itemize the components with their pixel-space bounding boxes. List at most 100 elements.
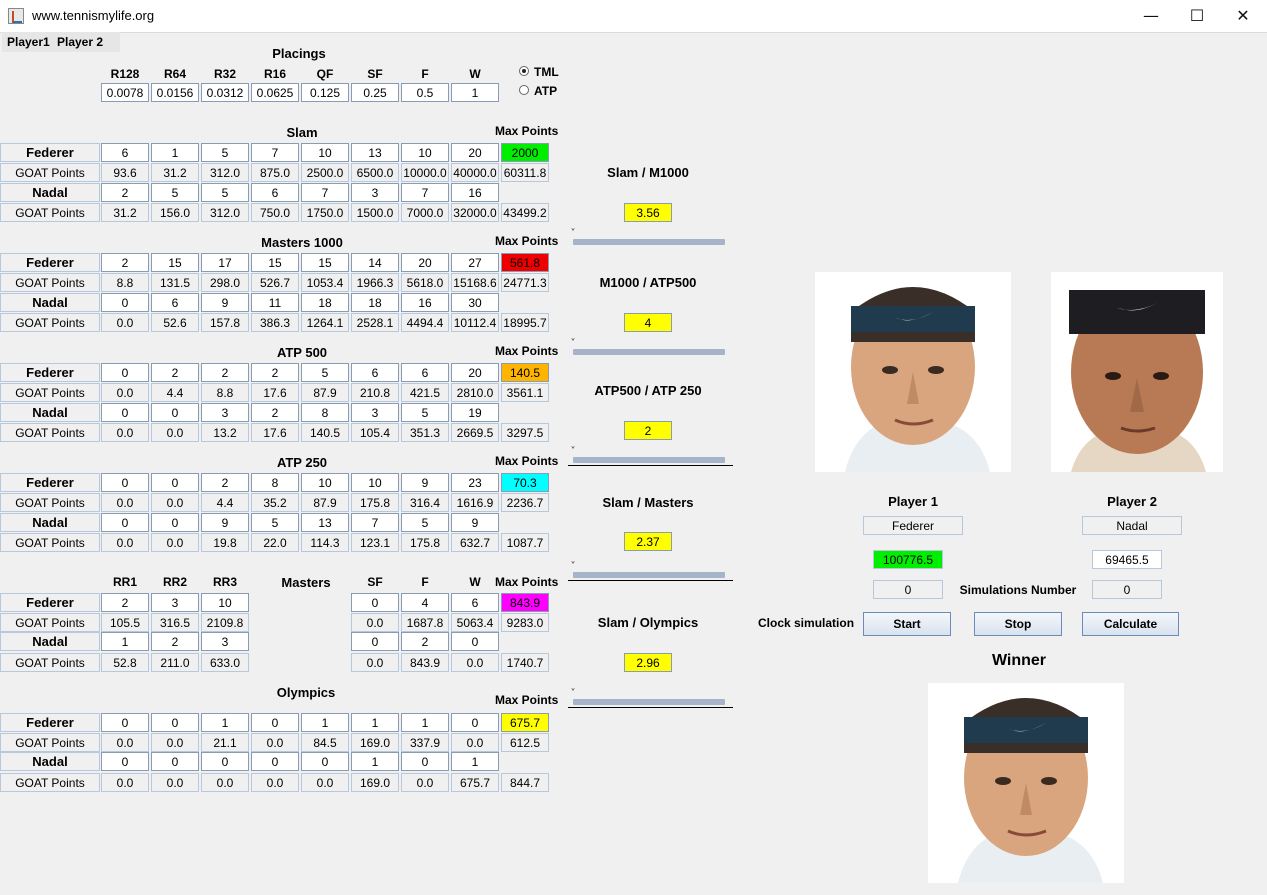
- slam-p2-counts-cell[interactable]: 7: [401, 183, 449, 202]
- player1-name-field[interactable]: Federer: [863, 516, 963, 535]
- ratio-value[interactable]: 3.56: [624, 203, 672, 222]
- masters-p1-rr-cell[interactable]: 3: [151, 593, 199, 612]
- olympics-p1-counts-cell[interactable]: 1: [401, 713, 449, 732]
- masters-p1-ko-cell[interactable]: 0: [351, 593, 399, 612]
- start-button[interactable]: Start: [863, 612, 951, 636]
- olympics-p2-counts-cell[interactable]: 0: [401, 752, 449, 771]
- olympics-p1-counts-cell[interactable]: 1: [351, 713, 399, 732]
- atp-500-max-points-value[interactable]: 140.5: [501, 363, 549, 382]
- slam-p2-counts-cell[interactable]: 6: [251, 183, 299, 202]
- masters-p2-ko-cell[interactable]: 2: [401, 632, 449, 651]
- atp-250-p2-counts-cell[interactable]: 13: [301, 513, 349, 532]
- olympics-p1-counts-cell[interactable]: 0: [151, 713, 199, 732]
- masters-1000-p2-counts-cell[interactable]: 18: [351, 293, 399, 312]
- slam-p1-counts-cell[interactable]: 20: [451, 143, 499, 162]
- slam-p2-counts-cell[interactable]: 5: [201, 183, 249, 202]
- slider-thumb-icon[interactable]: ˅: [568, 689, 578, 699]
- atp-500-p1-counts-cell[interactable]: 2: [151, 363, 199, 382]
- placing-input-r16[interactable]: 0.0625: [251, 83, 299, 102]
- ratio-slider[interactable]: [573, 239, 725, 245]
- olympics-p2-counts-cell[interactable]: 1: [451, 752, 499, 771]
- masters-1000-p1-counts-cell[interactable]: 15: [301, 253, 349, 272]
- masters-1000-p2-counts-cell[interactable]: 6: [151, 293, 199, 312]
- olympics-p1-counts-cell[interactable]: 0: [101, 713, 149, 732]
- atp-250-p1-counts-cell[interactable]: 10: [301, 473, 349, 492]
- atp-250-p2-counts-cell[interactable]: 5: [401, 513, 449, 532]
- slam-p2-counts-cell[interactable]: 3: [351, 183, 399, 202]
- olympics-p2-counts-cell[interactable]: 0: [151, 752, 199, 771]
- atp-250-p1-counts-cell[interactable]: 8: [251, 473, 299, 492]
- slam-p2-counts-cell[interactable]: 2: [101, 183, 149, 202]
- atp-250-p2-counts-cell[interactable]: 0: [101, 513, 149, 532]
- atp-500-p2-counts-cell[interactable]: 5: [401, 403, 449, 422]
- slam-p1-counts-cell[interactable]: 13: [351, 143, 399, 162]
- atp-500-p1-counts-cell[interactable]: 2: [251, 363, 299, 382]
- slider-thumb-icon[interactable]: ˅: [568, 339, 578, 349]
- slam-p1-counts-cell[interactable]: 1: [151, 143, 199, 162]
- menu-player1[interactable]: Player1: [7, 35, 50, 49]
- masters-p2-rr-cell[interactable]: 1: [101, 632, 149, 651]
- atp-250-p2-counts-cell[interactable]: 7: [351, 513, 399, 532]
- olympics-p2-counts-cell[interactable]: 0: [251, 752, 299, 771]
- maximize-icon[interactable]: ☐: [1174, 0, 1220, 32]
- olympics-p1-counts-cell[interactable]: 1: [201, 713, 249, 732]
- slam-p2-counts-cell[interactable]: 7: [301, 183, 349, 202]
- minimize-icon[interactable]: —: [1128, 0, 1174, 32]
- atp-250-p1-counts-cell[interactable]: 2: [201, 473, 249, 492]
- olympics-p1-counts-cell[interactable]: 0: [251, 713, 299, 732]
- ratio-value[interactable]: 2.96: [624, 653, 672, 672]
- masters-1000-p1-counts-cell[interactable]: 14: [351, 253, 399, 272]
- atp-250-p2-counts-cell[interactable]: 9: [201, 513, 249, 532]
- masters-1000-p2-counts-cell[interactable]: 11: [251, 293, 299, 312]
- placing-input-r128[interactable]: 0.0078: [101, 83, 149, 102]
- masters-1000-p1-counts-cell[interactable]: 20: [401, 253, 449, 272]
- atp-500-p2-counts-cell[interactable]: 3: [201, 403, 249, 422]
- atp-radio[interactable]: [519, 85, 529, 95]
- masters-1000-p1-counts-cell[interactable]: 17: [201, 253, 249, 272]
- ratio-slider[interactable]: [573, 457, 725, 463]
- placing-input-f[interactable]: 0.5: [401, 83, 449, 102]
- masters-p1-ko-cell[interactable]: 4: [401, 593, 449, 612]
- atp-500-p2-counts-cell[interactable]: 0: [151, 403, 199, 422]
- atp-500-p2-counts-cell[interactable]: 2: [251, 403, 299, 422]
- masters-1000-p1-counts-cell[interactable]: 2: [101, 253, 149, 272]
- masters-p2-ko-cell[interactable]: 0: [351, 632, 399, 651]
- ratio-value[interactable]: 2: [624, 421, 672, 440]
- ratio-value[interactable]: 2.37: [624, 532, 672, 551]
- ratio-slider[interactable]: [573, 572, 725, 578]
- placing-input-r32[interactable]: 0.0312: [201, 83, 249, 102]
- placing-input-qf[interactable]: 0.125: [301, 83, 349, 102]
- masters-1000-p2-counts-cell[interactable]: 30: [451, 293, 499, 312]
- ratio-slider[interactable]: [573, 349, 725, 355]
- slam-max-points-value[interactable]: 2000: [501, 143, 549, 162]
- atp-250-p1-counts-cell[interactable]: 9: [401, 473, 449, 492]
- ratio-value[interactable]: 4: [624, 313, 672, 332]
- slider-thumb-icon[interactable]: ˅: [568, 562, 578, 572]
- atp-250-p2-counts-cell[interactable]: 9: [451, 513, 499, 532]
- slider-thumb-icon[interactable]: ˅: [568, 447, 578, 457]
- slider-thumb-icon[interactable]: ˅: [568, 229, 578, 239]
- slam-p1-counts-cell[interactable]: 7: [251, 143, 299, 162]
- atp-500-p1-counts-cell[interactable]: 6: [401, 363, 449, 382]
- slam-p2-counts-cell[interactable]: 16: [451, 183, 499, 202]
- olympics-p1-counts-cell[interactable]: 0: [451, 713, 499, 732]
- slam-p1-counts-cell[interactable]: 10: [301, 143, 349, 162]
- slam-p2-counts-cell[interactable]: 5: [151, 183, 199, 202]
- masters-p1-rr-cell[interactable]: 2: [101, 593, 149, 612]
- masters-max-points-value[interactable]: 843.9: [501, 593, 549, 612]
- atp-250-p1-counts-cell[interactable]: 0: [101, 473, 149, 492]
- menu-player2[interactable]: Player 2: [57, 35, 103, 49]
- masters-1000-p2-counts-cell[interactable]: 0: [101, 293, 149, 312]
- masters-p2-rr-cell[interactable]: 2: [151, 632, 199, 651]
- masters-p2-ko-cell[interactable]: 0: [451, 632, 499, 651]
- masters-p1-ko-cell[interactable]: 6: [451, 593, 499, 612]
- placing-input-w[interactable]: 1: [451, 83, 499, 102]
- atp-500-p2-counts-cell[interactable]: 19: [451, 403, 499, 422]
- atp-250-p1-counts-cell[interactable]: 10: [351, 473, 399, 492]
- masters-1000-p1-counts-cell[interactable]: 27: [451, 253, 499, 272]
- atp-500-p1-counts-cell[interactable]: 6: [351, 363, 399, 382]
- atp-250-p1-counts-cell[interactable]: 23: [451, 473, 499, 492]
- olympics-p2-counts-cell[interactable]: 0: [201, 752, 249, 771]
- atp-500-p2-counts-cell[interactable]: 3: [351, 403, 399, 422]
- olympics-p2-counts-cell[interactable]: 1: [351, 752, 399, 771]
